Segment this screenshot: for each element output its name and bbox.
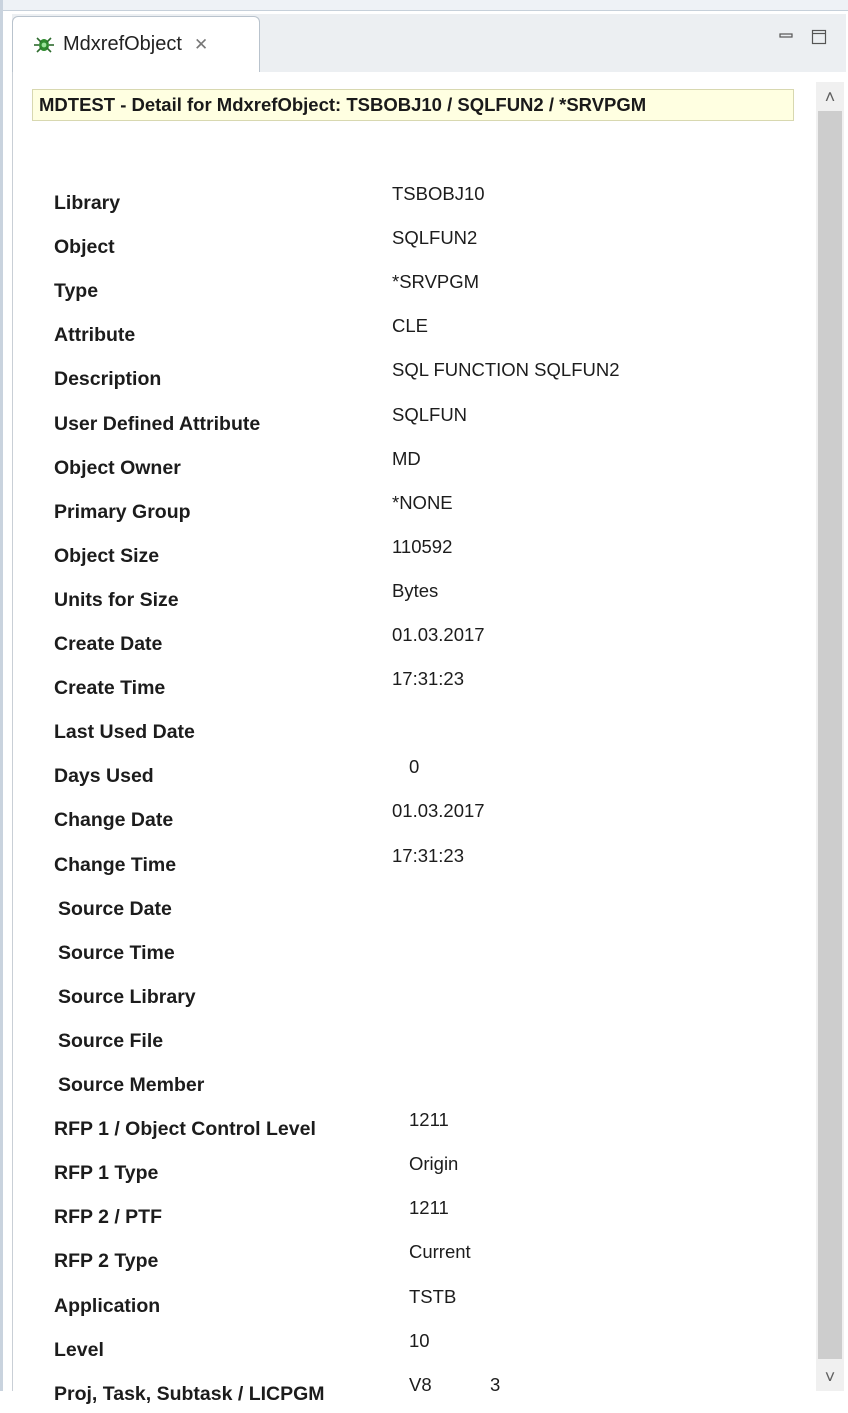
field-label: Type [54,280,99,303]
field-label: Attribute [54,324,136,347]
field-value: Origin [409,1153,459,1175]
minimize-icon [779,33,793,38]
field-value: 01.03.2017 [392,800,485,822]
field-value: SQL FUNCTION SQLFUN2 [392,359,620,381]
close-icon[interactable]: ✕ [194,36,208,53]
scrollbar-thumb[interactable] [818,111,842,1359]
field-label: Source Time [58,941,175,964]
field-label: User Defined Attribute [54,412,261,435]
field-row: Source File [0,1030,800,1060]
field-label: Change Date [54,809,174,832]
field-label: Description [54,368,162,391]
maximize-button[interactable] [808,26,830,48]
field-value: *NONE [392,491,453,513]
minimize-button[interactable] [775,26,797,48]
field-value: 1211 [409,1109,449,1131]
field-value-secondary: 3 [490,1373,501,1395]
field-row: Object Size 110592 [0,536,800,575]
field-row: Type *SRVPGM [0,271,800,310]
field-label: Primary Group [54,500,191,523]
field-label: Source File [58,1029,164,1052]
detail-banner: MDTEST - Detail for MdxrefObject: TSBOBJ… [32,89,794,121]
field-label: Source Member [58,1074,205,1096]
field-label: Source Library [58,985,196,1008]
field-label: Source Date [58,897,172,920]
field-label: RFP 1 Type [54,1162,159,1185]
field-label: Proj, Task, Subtask / LICPGM [54,1382,325,1405]
field-row: Library TSBOBJ10 [0,183,800,222]
field-label: Level [54,1338,104,1361]
field-value: *SRVPGM [392,271,480,293]
scroll-down-button[interactable]: ˅ [816,1364,844,1390]
field-row: Create Time 17:31:23 [0,668,800,707]
field-row: Level 10 [0,1330,800,1369]
field-row: Change Date 01.03.2017 [0,800,800,839]
field-row: Application TSTB [0,1286,800,1325]
field-label: RFP 1 / Object Control Level [54,1118,316,1141]
field-value: 1211 [409,1197,449,1219]
field-row: RFP 1 Type Origin [0,1153,800,1192]
field-value: V8 [409,1373,432,1395]
maximize-icon [811,29,827,45]
scroll-up-button[interactable]: ˄ [816,84,844,110]
field-row: RFP 2 Type Current [0,1241,800,1280]
field-row: Source Member [0,1074,800,1104]
field-value: 17:31:23 [392,668,465,690]
field-row: Proj, Task, Subtask / LICPGM V8 3 [0,1374,800,1413]
bug-icon [34,36,54,53]
field-row: Change Time 17:31:23 [0,845,800,884]
chevron-down-icon: ˅ [824,1366,836,1387]
field-row: Object Owner MD [0,448,800,487]
chevron-up-icon: ˄ [824,86,836,107]
field-label: Library [54,192,121,214]
field-value: 01.03.2017 [392,624,485,645]
field-row: Source Library [0,986,800,1016]
field-row: Attribute CLE [0,315,800,354]
field-value: SQLFUN2 [392,227,478,249]
field-label: RFP 2 / PTF [54,1206,162,1229]
field-value: 10 [409,1329,430,1351]
field-label: RFP 2 Type [54,1250,159,1273]
field-label: Object Owner [54,456,181,479]
field-value: 110592 [392,535,453,557]
field-row: RFP 1 / Object Control Level 1211 [0,1109,800,1148]
field-value: 17:31:23 [392,844,465,866]
field-row: Units for Size Bytes [0,580,800,619]
field-label: Create Date [54,633,163,655]
field-row: Source Time [0,942,800,972]
field-row: Object SQLFUN2 [0,227,800,266]
field-row: Primary Group *NONE [0,492,800,531]
field-label: Application [54,1294,161,1317]
field-row: Source Date [0,898,800,928]
field-value: 0 [409,756,420,778]
field-row: Days Used 0 [0,756,800,795]
field-value: Current [409,1241,471,1263]
mdxref-object-view: MdxrefObject ✕ MDTEST - Detail for Mdxre… [0,0,848,1405]
field-row: User Defined Attribute SQLFUN [0,404,800,443]
field-value: SQLFUN [392,403,468,425]
field-row: Last Used Date [0,721,800,751]
field-value: TSTB [409,1285,457,1307]
tab-mdxrefobject[interactable]: MdxrefObject ✕ [12,16,260,72]
field-label: Create Time [54,677,166,700]
field-label: Object [54,236,115,259]
field-label: Object Size [54,544,160,567]
field-label: Change Time [54,853,177,876]
field-value: CLE [392,315,428,337]
field-value: MD [392,447,421,469]
field-value: TSBOBJ10 [392,183,485,204]
field-label: Last Used Date [54,721,195,744]
tab-title: MdxrefObject [63,33,182,55]
window-top-strip [0,0,848,11]
field-label: Days Used [54,765,154,788]
field-row: Create Date 01.03.2017 [0,624,800,663]
field-row: RFP 2 / PTF 1211 [0,1197,800,1236]
field-label: Units for Size [54,588,179,611]
field-value: Bytes [392,579,439,601]
field-row: Description SQL FUNCTION SQLFUN2 [0,359,800,398]
